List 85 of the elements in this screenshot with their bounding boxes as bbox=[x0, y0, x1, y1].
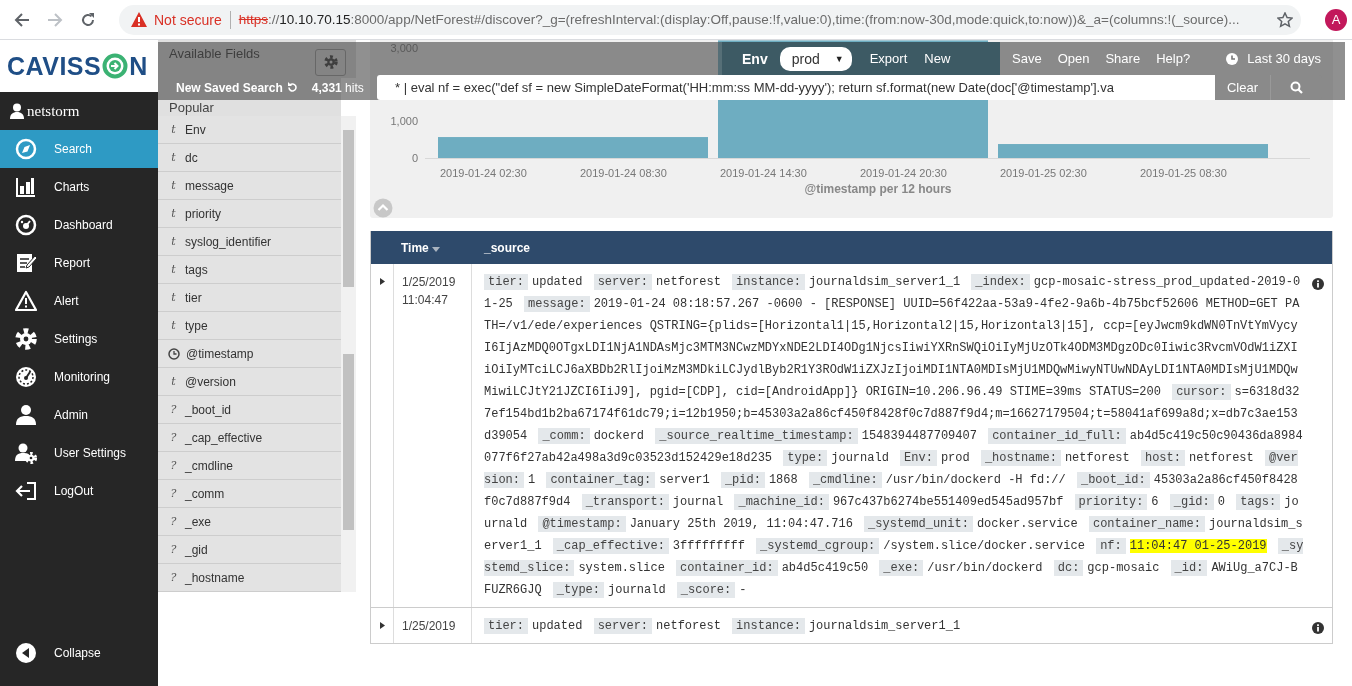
security-label: Not secure bbox=[154, 11, 222, 28]
user-icon bbox=[10, 103, 24, 119]
axis-tick-label: 2019-01-24 08:30 bbox=[579, 167, 667, 179]
scrollbar[interactable] bbox=[341, 340, 356, 592]
nav-item[interactable]: Report bbox=[0, 244, 158, 282]
axis-tick-label: 2019-01-24 14:30 bbox=[719, 167, 807, 179]
nav-item[interactable]: Charts bbox=[0, 168, 158, 206]
sort-down-icon bbox=[431, 246, 440, 252]
profile-avatar[interactable]: A bbox=[1325, 8, 1347, 31]
nav-item[interactable]: Admin bbox=[0, 396, 158, 434]
saved-search-title: New Saved Search bbox=[176, 80, 283, 95]
timestamp-cell: 1/25/2019 bbox=[393, 608, 472, 643]
scrollbar[interactable] bbox=[341, 116, 356, 340]
user-settings-icon bbox=[15, 442, 37, 464]
nav-item[interactable]: Settings bbox=[0, 320, 158, 358]
reload-icon[interactable] bbox=[80, 11, 96, 28]
logout-icon bbox=[15, 480, 37, 502]
caret-right-icon[interactable] bbox=[378, 278, 386, 285]
clock-icon bbox=[1225, 51, 1240, 66]
search-icon bbox=[1290, 81, 1303, 94]
gauge-icon bbox=[15, 214, 37, 236]
field-item[interactable]: ? _cap_effective bbox=[158, 424, 341, 452]
field-item[interactable]: ? _exe bbox=[158, 508, 341, 536]
settings-icon bbox=[15, 328, 37, 350]
field-item[interactable]: ? _hostname bbox=[158, 564, 341, 592]
refresh-icon[interactable] bbox=[286, 82, 298, 93]
field-item[interactable]: ? _cmdline bbox=[158, 452, 341, 480]
field-item[interactable]: t syslog_identifier bbox=[158, 228, 341, 256]
toolbar-link[interactable]: Export bbox=[869, 51, 908, 66]
brand-logo: CAVISS N bbox=[0, 40, 158, 92]
panel-title: Available Fields bbox=[169, 45, 260, 61]
column-header[interactable]: Time bbox=[393, 240, 472, 255]
warning-icon bbox=[15, 290, 37, 312]
info-icon[interactable] bbox=[1312, 622, 1324, 634]
collapse-button[interactable]: Collapse bbox=[0, 634, 158, 672]
field-item[interactable]: ? _boot_id bbox=[158, 396, 341, 424]
field-item[interactable]: t message bbox=[158, 172, 341, 200]
axis-tick-label: 2019-01-24 02:30 bbox=[439, 167, 527, 179]
axis-tick-label: 2019-01-24 20:30 bbox=[859, 167, 947, 179]
settings-button[interactable] bbox=[315, 48, 346, 76]
settings-icon bbox=[323, 55, 338, 69]
axis-tick-label: 2019-01-25 02:30 bbox=[999, 167, 1087, 179]
report-edit-icon bbox=[15, 252, 37, 274]
query-input[interactable]: * | eval nf = exec("def sf = new SimpleDateFormat('HH:mm:ss MM-dd-yyyy'); return sf.format(new Date(doc['@timestamp'].va bbox=[377, 75, 1215, 100]
url-text: https://10.10.70.15:8000/app/NetForest#/discover?_g=(refreshInterval:(display:Off,pause:!f,value:0),time:(from:now-30d,mode:quick,to:now))&_a=(columns:!(_source)... bbox=[238, 12, 1241, 27]
nav-item[interactable]: Monitoring bbox=[0, 358, 158, 396]
address-bar[interactable]: Not secure https://10.10.70.15:8000/app/NetForest#/discover?_g=(refreshInterval:(display:Off,pause:!f,value:0),time:(from:now-30d,mode:quick,to:now))&_a=(columns:!(_source)... bbox=[119, 4, 1301, 35]
warning-icon bbox=[131, 12, 147, 27]
compass-icon bbox=[15, 138, 37, 160]
field-item[interactable]: t tier bbox=[158, 284, 341, 312]
field-item[interactable]: ? _gid bbox=[158, 536, 341, 564]
left-arrow-circle-icon bbox=[15, 642, 37, 664]
nav-item[interactable]: Alert bbox=[0, 282, 158, 320]
field-item[interactable]: t type bbox=[158, 312, 341, 340]
user-icon bbox=[15, 404, 37, 426]
field-item[interactable]: t @version bbox=[158, 368, 341, 396]
toolbar-link[interactable]: New bbox=[924, 51, 951, 66]
bar-chart-icon bbox=[15, 176, 37, 198]
nav-item[interactable]: User Settings bbox=[0, 434, 158, 472]
back-arrow-icon[interactable] bbox=[14, 11, 30, 28]
clock-icon bbox=[168, 347, 180, 360]
axis-tick-label: 1,000 bbox=[390, 115, 418, 128]
env-dropdown[interactable]: prod ▼ bbox=[779, 46, 852, 71]
document-source-text: tier: updated server: netforest instance: journaldsim_server1_1 _index: gcp-mosaic-stress_prod_updated-2019-01-25 message: 2019-01-24 08:18:57.267 -0600 - [RESPONSE] UUID=56f422aa-53a9-4fe2-9a6b-4b75bcf52606 METHOD=GET PATH=/v1/ede/experiences QSTRING={plids=[Horizontal1|15,Horizontal2|15,Horizontal3|15], ccp=[eyJwcm9kdWN0TnVtYmVycyI6IjAzMDQ0OTgxLDI1NjA1NDAsMjc3MTM3NCwzMDYxNDE2LDI4ODg1NjcsIiwiYXRnSWQiOiIyMjUzOTk4ODM3MDgzODc0Iiwic3RvcmVOdW1iZXIiOiIyMTciLCJ6aXBDb2RlIjoiMzM3MDkiLCJydlByb2R1Y3ROdW1iZXJzIjoiMDI1NTA0MDIsMjU1MDQwMiwyNTUwNDAyLDI1NTA0MDIsMjU1MDQwMiwiLCJtY21JZCI6IiJ9], pgid=[CDP], cid=[AndroidApp]} ORIGIN=10.206.96.49 STIME=39ms STATUS=200 cursor: s=6318d327ef154bd1b2ba67174f61dc79;i=12b1950;b=45303a2a86cf450f8428f0c7d887f9d4;m=16627179504;t=58041af699a8d;x=db7c3ae153d39054 _comm: dockerd _source_realtime_timestamp: 1548394487709407 container_id_full: ab4d5c419c50c90436da8984077f6f27ab42a498a3d9c03523d152429e18d235 type: journald Env: prod _hostname: netforest host: netforest @version: 1 container_tag: server1 _pid: 1868 _cmdline: /usr/bin/dockerd -H fd:// _boot_id: 45303a2a86cf450f8428f0c7d887f9d4 _transport: journal _machine_id: 967c437b6274be551409ed545ad957bf priority: 6 _gid: 0 tags: journald @timestamp: January 25th 2019, 11:04:47.716 _systemd_unit: docker.service container_name: journaldsim_server1_1 _cap_effective: 3fffffffff _systemd_cgroup: /system.slice/docker.service nf: 11:04:47 01-25-2019 _systemd_slice: system.slice container_id: ab4d5c419c50 _exe: /usr/bin/dockerd dc: gcp-mosaic _id: AWiUg_a7CJ-BFUZR6GJQ _type: journald _score: - bbox=[484, 273, 1304, 600]
user-name: netstorm bbox=[27, 102, 80, 120]
star-icon[interactable] bbox=[1277, 11, 1293, 28]
hits-count: 4,331 hits bbox=[311, 80, 364, 95]
field-item[interactable]: t tags bbox=[158, 256, 341, 284]
field-item[interactable]: t dc bbox=[158, 144, 341, 172]
caret-right-icon[interactable] bbox=[378, 622, 386, 629]
field-item[interactable]: ? _comm bbox=[158, 480, 341, 508]
axis-tick-label: 0 bbox=[411, 152, 418, 164]
nav-item[interactable]: Dashboard bbox=[0, 206, 158, 244]
column-header[interactable]: _source bbox=[472, 240, 1332, 255]
speedometer-icon bbox=[15, 366, 37, 388]
info-icon[interactable] bbox=[1312, 278, 1324, 290]
document-source-text: tier: updated server: netforest instance: journaldsim_server1_1 bbox=[484, 615, 1304, 637]
nav-item[interactable]: LogOut bbox=[0, 472, 158, 510]
field-item[interactable]: @timestamp bbox=[158, 340, 341, 368]
env-label: Env bbox=[742, 50, 768, 67]
field-item[interactable]: t Env bbox=[158, 116, 341, 144]
axis-title: @timestamp per 12 hours bbox=[804, 182, 952, 196]
field-item[interactable]: t priority bbox=[158, 200, 341, 228]
axis-tick-label: 2019-01-25 08:30 bbox=[1139, 167, 1227, 179]
timestamp-cell: 1/25/2019 11:04:47 bbox=[393, 264, 472, 607]
